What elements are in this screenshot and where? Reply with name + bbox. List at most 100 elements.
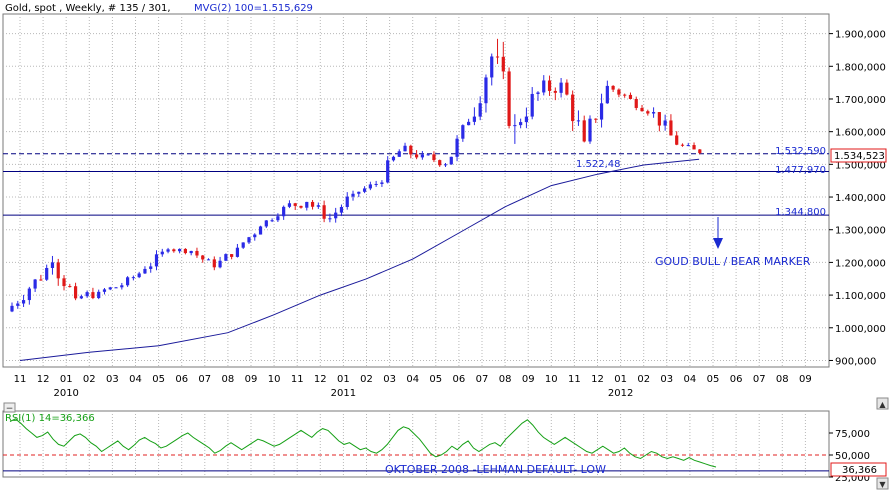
month-tick-label: 05 — [429, 374, 442, 385]
year-tick-label: 2010 — [53, 388, 78, 399]
candle-body — [114, 287, 118, 289]
candle-body — [258, 226, 263, 235]
month-tick-label: 05 — [707, 374, 720, 385]
candle-body — [143, 268, 147, 274]
candle-body — [137, 273, 141, 278]
candle-body — [247, 237, 251, 243]
candle-body — [131, 277, 135, 279]
price-plot-area[interactable] — [2, 13, 830, 368]
candle-body — [218, 260, 222, 268]
month-tick-label: 07 — [198, 374, 211, 385]
candle-body — [571, 94, 575, 122]
candle-body — [73, 286, 78, 299]
candle-body — [212, 259, 216, 268]
candle-body — [305, 201, 309, 208]
candle-body — [559, 82, 563, 93]
candle-body — [675, 135, 679, 145]
candle-body — [403, 145, 407, 152]
price-tick-label: 1.000,000 — [835, 324, 886, 335]
candle-body — [33, 279, 37, 289]
candle-body — [461, 125, 465, 139]
candle-body — [397, 151, 401, 157]
candle-body — [386, 160, 390, 183]
month-tick-label: 07 — [753, 374, 766, 385]
month-tick-label: 11 — [14, 374, 27, 385]
candle-body — [16, 303, 20, 306]
candle-body — [201, 255, 205, 260]
price-tick-label: 1.100,000 — [835, 291, 886, 302]
candle-body — [362, 188, 367, 192]
candle-body — [85, 292, 89, 297]
candle-body — [357, 191, 361, 194]
candle-body — [166, 249, 170, 252]
month-tick-label: 01 — [614, 374, 627, 385]
candle-body — [126, 277, 130, 286]
candle-body — [542, 80, 546, 93]
chart-title: Gold, spot , Weekly, # 135 / 301, — [5, 3, 171, 14]
candle-body — [611, 85, 615, 90]
price-tick-label: 1.300,000 — [835, 226, 886, 237]
month-tick-label: 08 — [222, 374, 235, 385]
candle-body — [195, 250, 199, 256]
month-tick-label: 03 — [660, 374, 673, 385]
candle-body — [623, 94, 627, 96]
month-tick-label: 01 — [60, 374, 73, 385]
candle-body — [270, 220, 274, 222]
candle-body — [507, 71, 511, 126]
candle-body — [530, 93, 534, 117]
month-tick-label: 10 — [268, 374, 281, 385]
price-tick-label: 1.600,000 — [835, 128, 886, 139]
candle-body — [576, 120, 581, 122]
minus-icon: − — [6, 404, 14, 414]
month-tick-label: 02 — [83, 374, 96, 385]
candle-body — [50, 262, 55, 268]
candle-body — [310, 201, 315, 207]
candle-body — [380, 182, 384, 184]
candle-body — [426, 154, 430, 156]
candle-body — [443, 164, 448, 166]
candle-body — [206, 259, 211, 261]
candle-body — [154, 254, 159, 267]
candle-body — [328, 218, 332, 220]
candle-body — [484, 77, 488, 104]
candle-body — [253, 234, 257, 238]
candle-body — [536, 92, 540, 94]
candle-body — [628, 94, 633, 99]
month-tick-label: 11 — [568, 374, 581, 385]
candle-body — [351, 193, 355, 197]
candle-body — [415, 154, 419, 158]
candle-body — [605, 85, 609, 104]
scroll-up-icon: ▲ — [879, 400, 886, 409]
month-tick-label: 04 — [684, 374, 697, 385]
month-tick-label: 12 — [591, 374, 604, 385]
candle-body — [495, 56, 500, 58]
ma-value-label: 1.522,48 — [576, 159, 621, 170]
candle-body — [27, 288, 31, 301]
candle-body — [409, 145, 413, 155]
candle-body — [692, 145, 696, 150]
candle-body — [21, 300, 26, 304]
candle-body — [513, 125, 517, 127]
level-label-1344800: 1.344,800 — [775, 207, 826, 218]
price-tick-label: 1.700,000 — [835, 95, 886, 106]
candle-body — [582, 120, 586, 142]
month-tick-label: 03 — [383, 374, 396, 385]
candle-body — [235, 247, 240, 257]
scroll-down-icon: ▼ — [879, 480, 886, 489]
candle-body — [224, 254, 228, 261]
candle-body — [391, 156, 396, 161]
candle-body — [640, 107, 644, 112]
candle-body — [686, 145, 690, 147]
month-tick-label: 06 — [453, 374, 466, 385]
candle-body — [39, 279, 43, 281]
candle-body — [45, 267, 49, 280]
candle-body — [108, 287, 112, 290]
candle-body — [241, 242, 245, 248]
bull-bear-annotation: GOUD BULL / BEAR MARKER — [655, 255, 811, 268]
candle-body — [588, 118, 592, 142]
candle-body — [287, 203, 292, 207]
candle-body — [91, 292, 95, 299]
candle-body — [172, 249, 176, 252]
candle-body — [345, 196, 349, 207]
candle-body — [472, 116, 476, 122]
